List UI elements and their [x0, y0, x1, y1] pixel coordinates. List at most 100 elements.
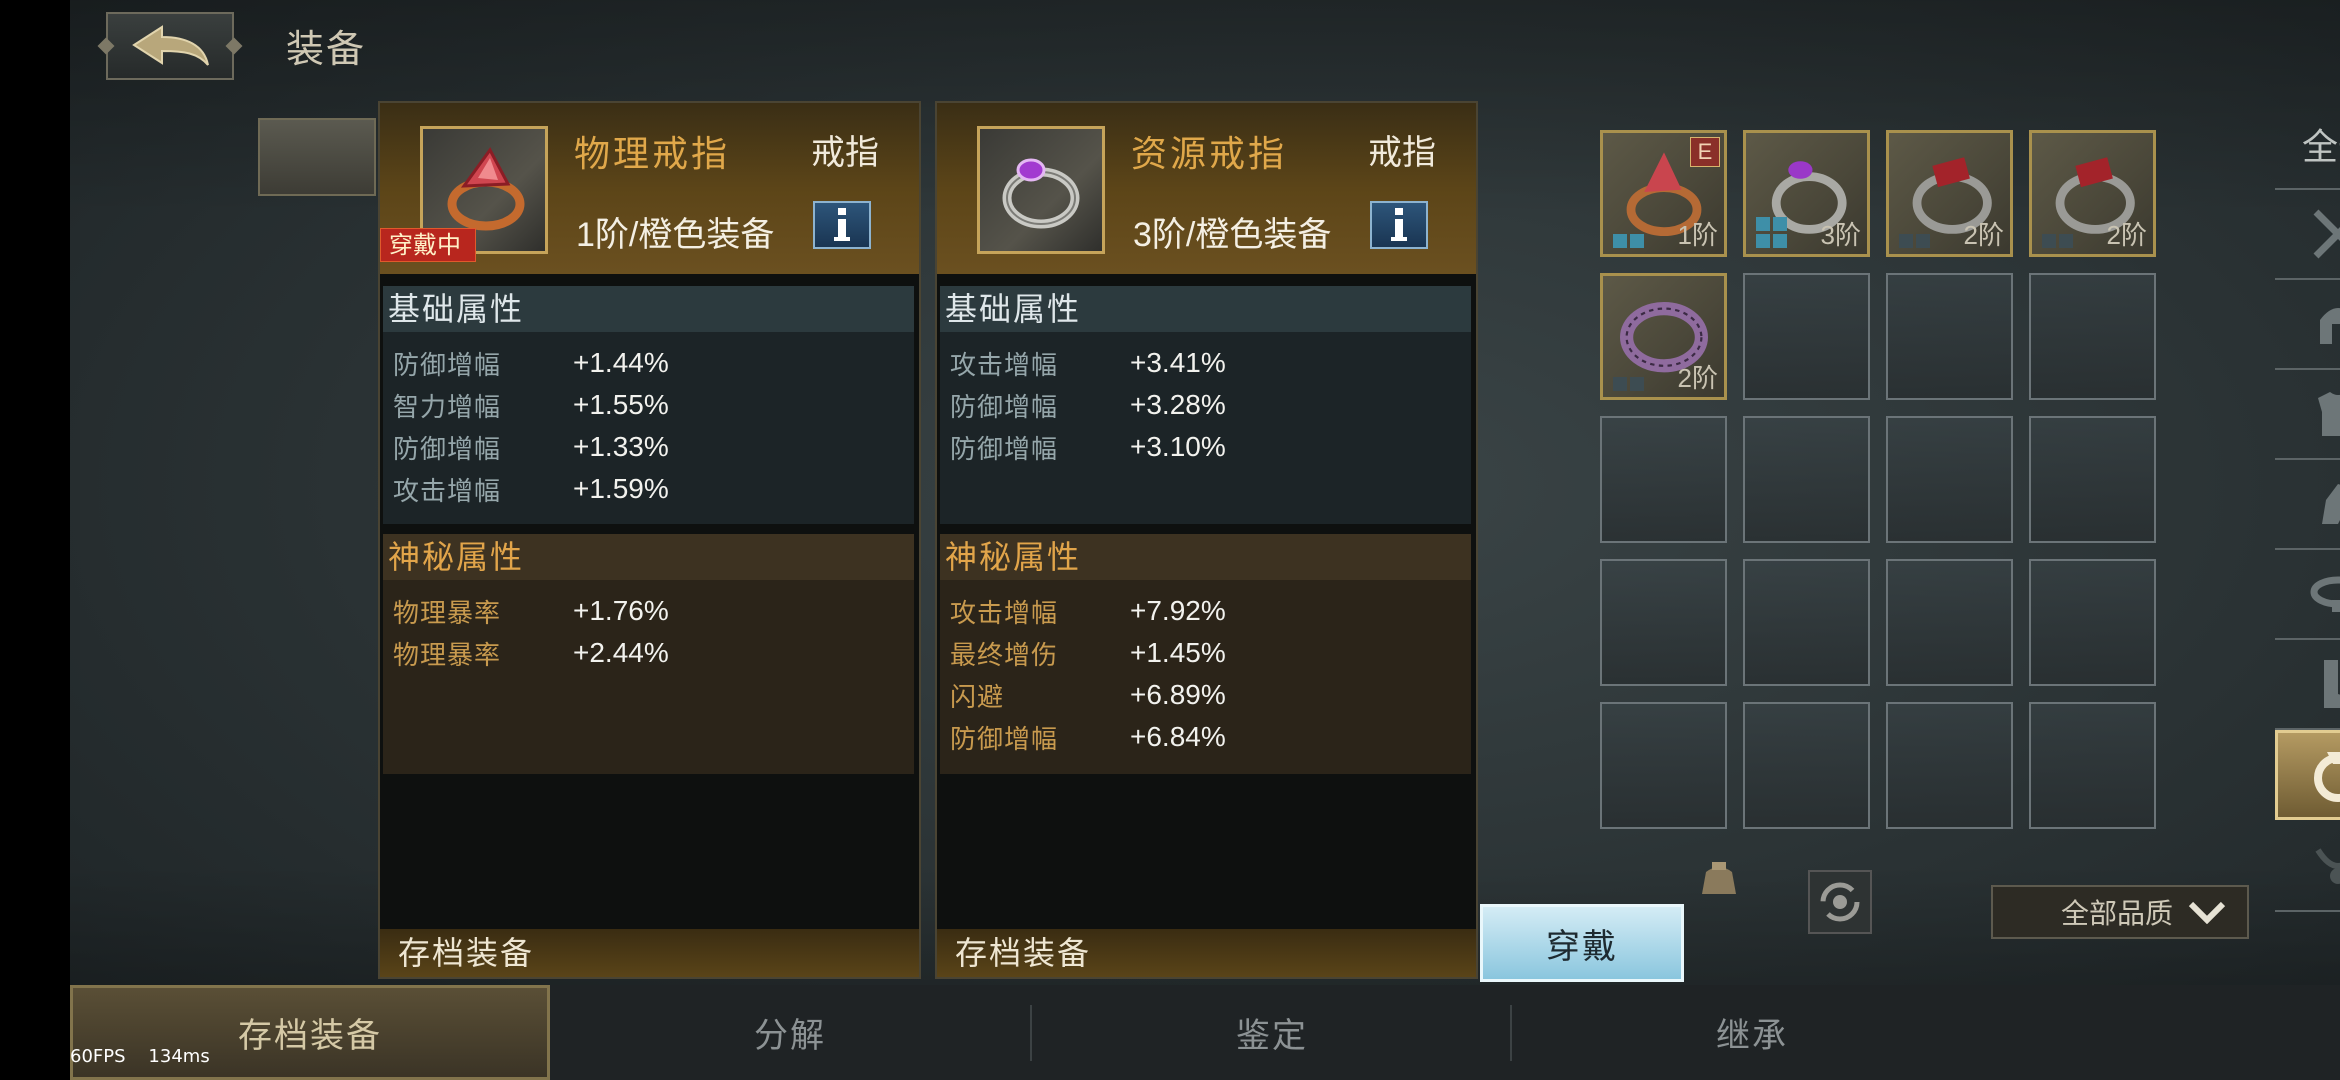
- inventory-slot-empty[interactable]: [1886, 416, 2013, 543]
- category-armor-tab[interactable]: [2275, 370, 2340, 460]
- info-button[interactable]: [1370, 201, 1428, 249]
- category-belt-tab[interactable]: [2275, 550, 2340, 640]
- stat-value: +1.76%: [573, 595, 669, 626]
- necklace-icon: [2315, 848, 2340, 884]
- basic-attributes-section: 基础属性 防御增幅 +1.44% 智力增幅 +1.55% 防御增幅 +1.33% 攻击…: [383, 286, 914, 524]
- stat-label: 闪避: [950, 681, 1005, 712]
- orange-ring-icon: [447, 147, 525, 231]
- inventory-slot-empty[interactable]: [1886, 559, 2013, 686]
- card-header: 穿戴中 物理戒指 戒指 1阶/橙色装备: [380, 103, 919, 274]
- inventory-slot[interactable]: E 1阶: [1600, 130, 1727, 257]
- category-ring-tab[interactable]: [2275, 730, 2340, 820]
- section-title: 基础属性: [940, 286, 1471, 332]
- inventory-slot-empty[interactable]: [1743, 416, 1870, 543]
- quality-filter-dropdown[interactable]: 全部品质: [1991, 885, 2249, 939]
- inventory-slot-empty[interactable]: [1600, 416, 1727, 543]
- stat-row: 智力增幅 +1.55%: [393, 384, 914, 426]
- mystic-attributes-section: 神秘属性 物理暴率 +1.76% 物理暴率 +2.44%: [383, 534, 914, 774]
- stat-row: 防御增幅 +3.28%: [950, 384, 1471, 426]
- inventory-slot-empty[interactable]: [1600, 702, 1727, 829]
- tab-identify[interactable]: 鉴定: [1032, 985, 1512, 1080]
- quality-filter-label: 全部品质: [2060, 898, 2173, 929]
- boots-icon: [2324, 660, 2340, 708]
- equipped-item-card: 穿戴中 物理戒指 戒指 1阶/橙色装备 基础属性 防御增幅 +1.44% 智力增幅…: [378, 101, 921, 979]
- section-title: 神秘属性: [940, 534, 1471, 580]
- item-name: 资源戒指: [1131, 133, 1288, 174]
- quality-pips: [1899, 234, 1939, 248]
- inventory-slot-empty[interactable]: [1743, 559, 1870, 686]
- selected-item-card: 资源戒指 戒指 3阶/橙色装备 基础属性 攻击增幅 +3.41% 防御增幅 +3.2…: [935, 101, 1478, 979]
- quality-pips: [1613, 377, 1653, 391]
- stat-label: 防御增幅: [950, 433, 1059, 464]
- stat-row: 物理暴率 +1.76%: [393, 590, 914, 632]
- card-header: 资源戒指 戒指 3阶/橙色装备: [937, 103, 1476, 274]
- section-title: 神秘属性: [383, 534, 914, 580]
- inventory-slot-empty[interactable]: [1743, 702, 1870, 829]
- category-boots-tab[interactable]: [2275, 640, 2340, 730]
- inventory-slot[interactable]: 2阶: [1600, 273, 1727, 400]
- stat-label: 防御增幅: [950, 391, 1059, 422]
- stat-row: 防御增幅 +6.84%: [950, 716, 1471, 758]
- back-button[interactable]: [106, 12, 234, 80]
- auto-sort-button[interactable]: [1808, 870, 1872, 934]
- stat-label: 攻击增幅: [950, 597, 1059, 628]
- item-tier: 1阶/橙色装备: [576, 216, 775, 254]
- ring-icon: [2314, 752, 2340, 802]
- category-gloves-tab[interactable]: [2275, 460, 2340, 550]
- fps-counter: 60FPS 134ms: [70, 1046, 210, 1067]
- slot-tier: 2阶: [1677, 363, 1718, 393]
- category-weapon-tab[interactable]: [2275, 190, 2340, 280]
- stat-value: +7.92%: [1130, 595, 1226, 626]
- inventory-slot[interactable]: 2阶: [2029, 130, 2156, 257]
- stat-row: 防御增幅 +3.10%: [950, 426, 1471, 468]
- quality-pips: [1613, 234, 1653, 248]
- stat-label: 智力增幅: [393, 391, 502, 422]
- info-button[interactable]: [813, 201, 871, 249]
- slot-tier: 2阶: [2106, 220, 2147, 250]
- page-title: 装备: [286, 29, 367, 71]
- equip-button[interactable]: 穿戴: [1480, 904, 1684, 982]
- info-icon: [1391, 208, 1407, 241]
- stat-label: 攻击增幅: [950, 349, 1059, 380]
- category-helmet-tab[interactable]: [2275, 280, 2340, 370]
- category-all-tab[interactable]: 全部: [2275, 100, 2340, 190]
- purple-ring-icon: [1002, 158, 1080, 229]
- inventory-slot-empty[interactable]: [2029, 273, 2156, 400]
- stat-label: 物理暴率: [393, 639, 502, 670]
- tab-inherit[interactable]: 继承: [1512, 985, 1992, 1080]
- inventory-slot-empty[interactable]: [1886, 702, 2013, 829]
- card-footer: 存档装备: [380, 929, 919, 977]
- inventory-slot-empty[interactable]: [2029, 702, 2156, 829]
- inventory-slot-empty[interactable]: [1743, 273, 1870, 400]
- inventory-slot-empty[interactable]: [2029, 559, 2156, 686]
- chevron-down-icon: [2188, 901, 2226, 924]
- belt-icon: [2310, 576, 2340, 612]
- inventory-slot[interactable]: 2阶: [1886, 130, 2013, 257]
- bag-icon[interactable]: [1698, 858, 1740, 898]
- back-arrow-icon: [132, 25, 209, 66]
- stat-value: +3.10%: [1130, 431, 1226, 462]
- inventory-slot-empty[interactable]: [2029, 416, 2156, 543]
- tab-decompose[interactable]: 分解: [550, 985, 1030, 1080]
- stat-row: 物理暴率 +2.44%: [393, 632, 914, 674]
- stat-value: +1.44%: [573, 347, 669, 378]
- slot-tier: 2阶: [1963, 220, 2004, 250]
- quality-pips: [1756, 217, 1796, 248]
- slot-frame-decoration: [258, 118, 376, 196]
- category-necklace-tab[interactable]: [2275, 822, 2340, 912]
- category-all-label: 全部: [2301, 126, 2340, 167]
- inventory-slot-empty[interactable]: [1600, 559, 1727, 686]
- bottom-tab-bar: 存档装备 分解 鉴定 继承: [70, 985, 2340, 1080]
- basic-attributes-section: 基础属性 攻击增幅 +3.41% 防御增幅 +3.28% 防御增幅 +3.10%: [940, 286, 1471, 524]
- stat-row: 防御增幅 +1.33%: [393, 426, 914, 468]
- item-tier: 3阶/橙色装备: [1133, 216, 1332, 254]
- stat-row: 闪避 +6.89%: [950, 674, 1471, 716]
- inventory-slot[interactable]: 3阶: [1743, 130, 1870, 257]
- item-icon-frame[interactable]: [977, 126, 1105, 254]
- stat-label: 防御增幅: [393, 349, 502, 380]
- inventory-slot-empty[interactable]: [1886, 273, 2013, 400]
- refresh-icon: [1820, 882, 1860, 922]
- stat-row: 攻击增幅 +7.92%: [950, 590, 1471, 632]
- stat-row: 攻击增幅 +1.59%: [393, 468, 914, 510]
- crossed-swords-icon: [2313, 209, 2340, 259]
